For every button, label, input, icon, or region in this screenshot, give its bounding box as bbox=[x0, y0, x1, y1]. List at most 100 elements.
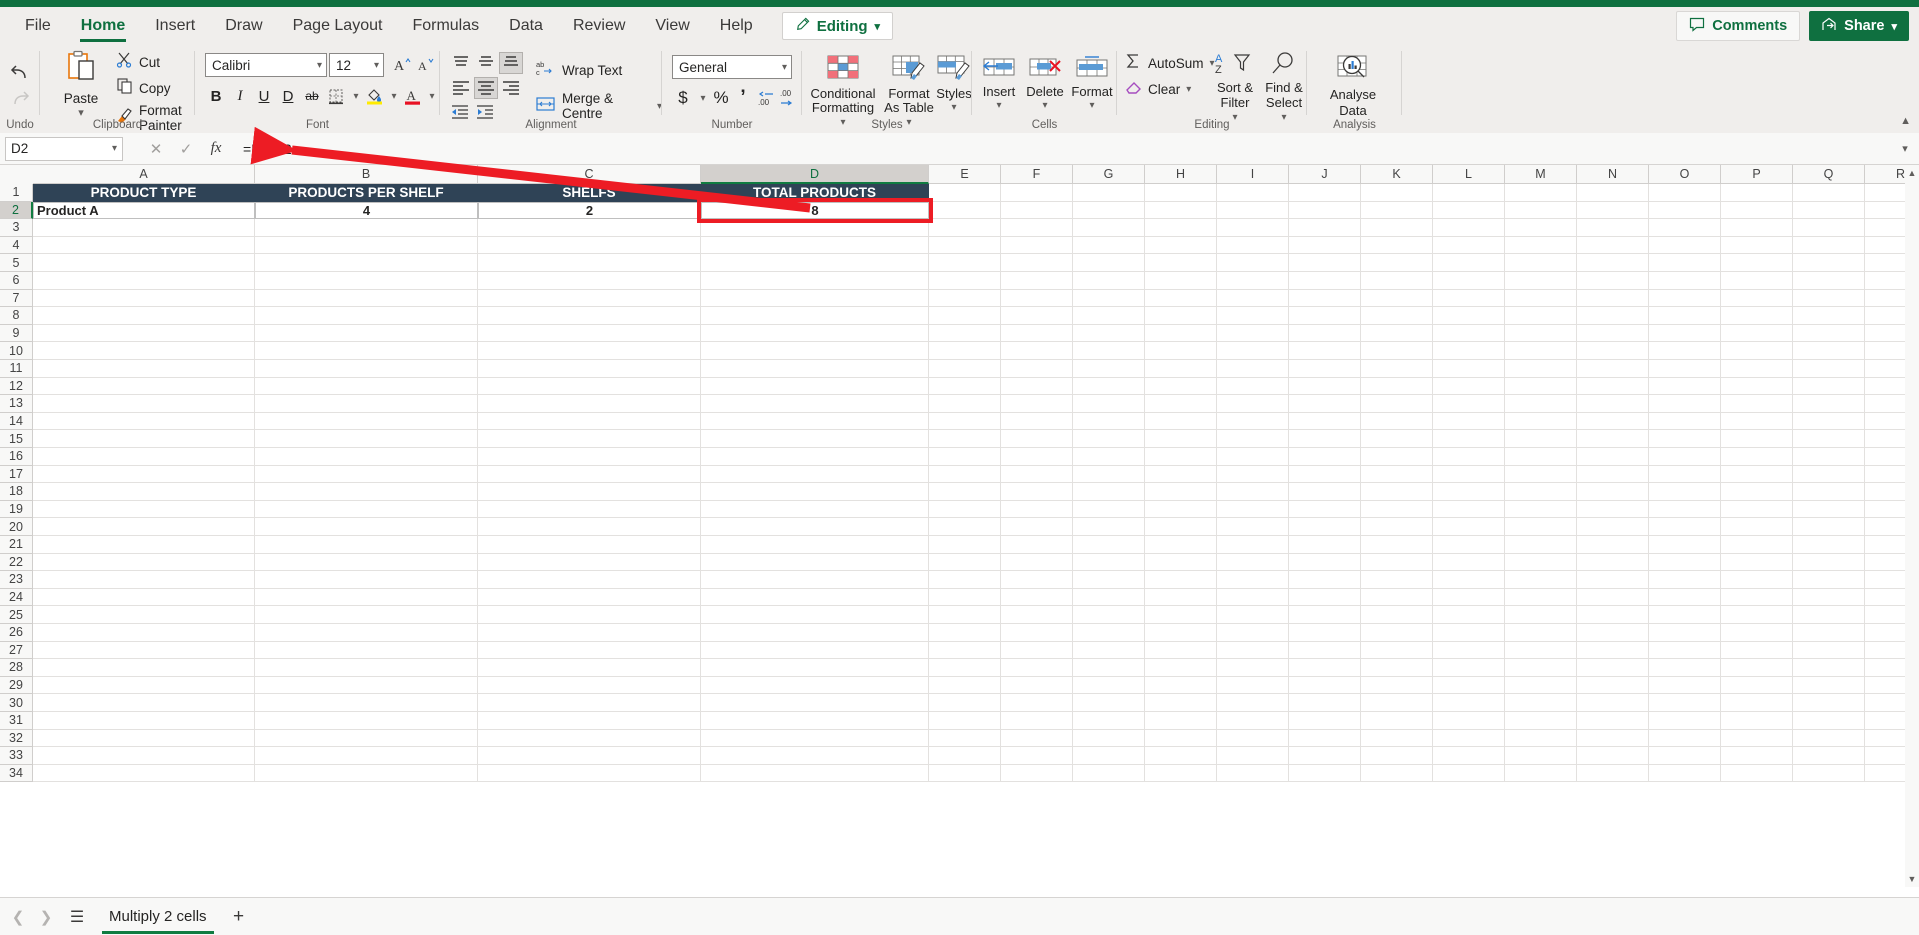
cell-O10[interactable] bbox=[1649, 342, 1721, 360]
row-header-28[interactable]: 28 bbox=[0, 659, 33, 677]
cell-O9[interactable] bbox=[1649, 325, 1721, 343]
row-header-18[interactable]: 18 bbox=[0, 483, 33, 501]
cell-Q21[interactable] bbox=[1793, 536, 1865, 554]
cell-J5[interactable] bbox=[1289, 254, 1361, 272]
cell-M12[interactable] bbox=[1505, 378, 1577, 396]
cell-K4[interactable] bbox=[1361, 237, 1433, 255]
column-header-B[interactable]: B bbox=[255, 165, 478, 184]
expand-formula-bar-button[interactable]: ▾ bbox=[1891, 142, 1919, 155]
cell-G33[interactable] bbox=[1073, 747, 1145, 765]
cell-F7[interactable] bbox=[1001, 290, 1073, 308]
cell-M19[interactable] bbox=[1505, 501, 1577, 519]
cell-O3[interactable] bbox=[1649, 219, 1721, 237]
cell-P23[interactable] bbox=[1721, 571, 1793, 589]
cell-P13[interactable] bbox=[1721, 395, 1793, 413]
cell-N26[interactable] bbox=[1577, 624, 1649, 642]
column-header-F[interactable]: F bbox=[1001, 165, 1073, 184]
cell-H3[interactable] bbox=[1145, 219, 1217, 237]
cell-O14[interactable] bbox=[1649, 413, 1721, 431]
cell-K25[interactable] bbox=[1361, 606, 1433, 624]
cell-A12[interactable] bbox=[33, 378, 255, 396]
cell-F10[interactable] bbox=[1001, 342, 1073, 360]
cell-M27[interactable] bbox=[1505, 642, 1577, 660]
cell-M4[interactable] bbox=[1505, 237, 1577, 255]
cell-J11[interactable] bbox=[1289, 360, 1361, 378]
sort-filter-button[interactable]: A Z Sort & Filter ▾ bbox=[1211, 51, 1259, 125]
row-header-19[interactable]: 19 bbox=[0, 501, 33, 519]
name-box[interactable]: D2 ▾ bbox=[5, 137, 123, 161]
cell-M15[interactable] bbox=[1505, 430, 1577, 448]
column-header-M[interactable]: M bbox=[1505, 165, 1577, 184]
cell-G27[interactable] bbox=[1073, 642, 1145, 660]
cell-C5[interactable] bbox=[478, 254, 701, 272]
cell-K6[interactable] bbox=[1361, 272, 1433, 290]
plus-icon[interactable]: + bbox=[224, 904, 254, 930]
cell-M21[interactable] bbox=[1505, 536, 1577, 554]
cell-D4[interactable] bbox=[701, 237, 929, 255]
comma-style-icon[interactable]: ’ bbox=[732, 87, 754, 109]
cell-F3[interactable] bbox=[1001, 219, 1073, 237]
cell-I2[interactable] bbox=[1217, 202, 1289, 220]
row-header-1[interactable]: 1 bbox=[0, 184, 33, 202]
cell-M25[interactable] bbox=[1505, 606, 1577, 624]
cell-B13[interactable] bbox=[255, 395, 478, 413]
cell-N33[interactable] bbox=[1577, 747, 1649, 765]
cell-B17[interactable] bbox=[255, 466, 478, 484]
cell-D28[interactable] bbox=[701, 659, 929, 677]
cell-G21[interactable] bbox=[1073, 536, 1145, 554]
paste-button[interactable]: Paste ▾ bbox=[52, 50, 110, 119]
delete-cells-button[interactable]: Delete ▾ bbox=[1022, 55, 1068, 114]
align-left-icon[interactable] bbox=[450, 78, 472, 98]
cell-B27[interactable] bbox=[255, 642, 478, 660]
cell-B22[interactable] bbox=[255, 554, 478, 572]
cell-E5[interactable] bbox=[929, 254, 1001, 272]
cell-A25[interactable] bbox=[33, 606, 255, 624]
formula-input[interactable]: =B2*C2 bbox=[239, 137, 1891, 161]
cell-Q20[interactable] bbox=[1793, 518, 1865, 536]
row-header-33[interactable]: 33 bbox=[0, 747, 33, 765]
cell-F27[interactable] bbox=[1001, 642, 1073, 660]
cell-C16[interactable] bbox=[478, 448, 701, 466]
cell-K10[interactable] bbox=[1361, 342, 1433, 360]
cell-L29[interactable] bbox=[1433, 677, 1505, 695]
cell-C32[interactable] bbox=[478, 730, 701, 748]
cell-F6[interactable] bbox=[1001, 272, 1073, 290]
cell-D27[interactable] bbox=[701, 642, 929, 660]
cell-K1[interactable] bbox=[1361, 184, 1433, 202]
cell-Q31[interactable] bbox=[1793, 712, 1865, 730]
cell-I22[interactable] bbox=[1217, 554, 1289, 572]
cell-B3[interactable] bbox=[255, 219, 478, 237]
cell-C19[interactable] bbox=[478, 501, 701, 519]
cell-K23[interactable] bbox=[1361, 571, 1433, 589]
cell-C13[interactable] bbox=[478, 395, 701, 413]
cell-H24[interactable] bbox=[1145, 589, 1217, 607]
cell-G3[interactable] bbox=[1073, 219, 1145, 237]
cell-E6[interactable] bbox=[929, 272, 1001, 290]
cell-C28[interactable] bbox=[478, 659, 701, 677]
cell-P30[interactable] bbox=[1721, 694, 1793, 712]
row-header-24[interactable]: 24 bbox=[0, 589, 33, 607]
cell-E15[interactable] bbox=[929, 430, 1001, 448]
cell-B34[interactable] bbox=[255, 765, 478, 783]
cell-Q25[interactable] bbox=[1793, 606, 1865, 624]
cell-N1[interactable] bbox=[1577, 184, 1649, 202]
cell-H2[interactable] bbox=[1145, 202, 1217, 220]
cell-E3[interactable] bbox=[929, 219, 1001, 237]
cell-K14[interactable] bbox=[1361, 413, 1433, 431]
clear-button[interactable]: Clear ▾ bbox=[1125, 79, 1191, 99]
cell-L25[interactable] bbox=[1433, 606, 1505, 624]
cell-I6[interactable] bbox=[1217, 272, 1289, 290]
cell-Q15[interactable] bbox=[1793, 430, 1865, 448]
cell-G25[interactable] bbox=[1073, 606, 1145, 624]
cell-A4[interactable] bbox=[33, 237, 255, 255]
cell-P1[interactable] bbox=[1721, 184, 1793, 202]
cell-A6[interactable] bbox=[33, 272, 255, 290]
font-name-select[interactable]: Calibri ▾ bbox=[205, 53, 327, 77]
cell-H13[interactable] bbox=[1145, 395, 1217, 413]
cell-O32[interactable] bbox=[1649, 730, 1721, 748]
cell-P20[interactable] bbox=[1721, 518, 1793, 536]
cell-L18[interactable] bbox=[1433, 483, 1505, 501]
cell-M16[interactable] bbox=[1505, 448, 1577, 466]
number-format-select[interactable]: General ▾ bbox=[672, 55, 792, 79]
cell-H4[interactable] bbox=[1145, 237, 1217, 255]
